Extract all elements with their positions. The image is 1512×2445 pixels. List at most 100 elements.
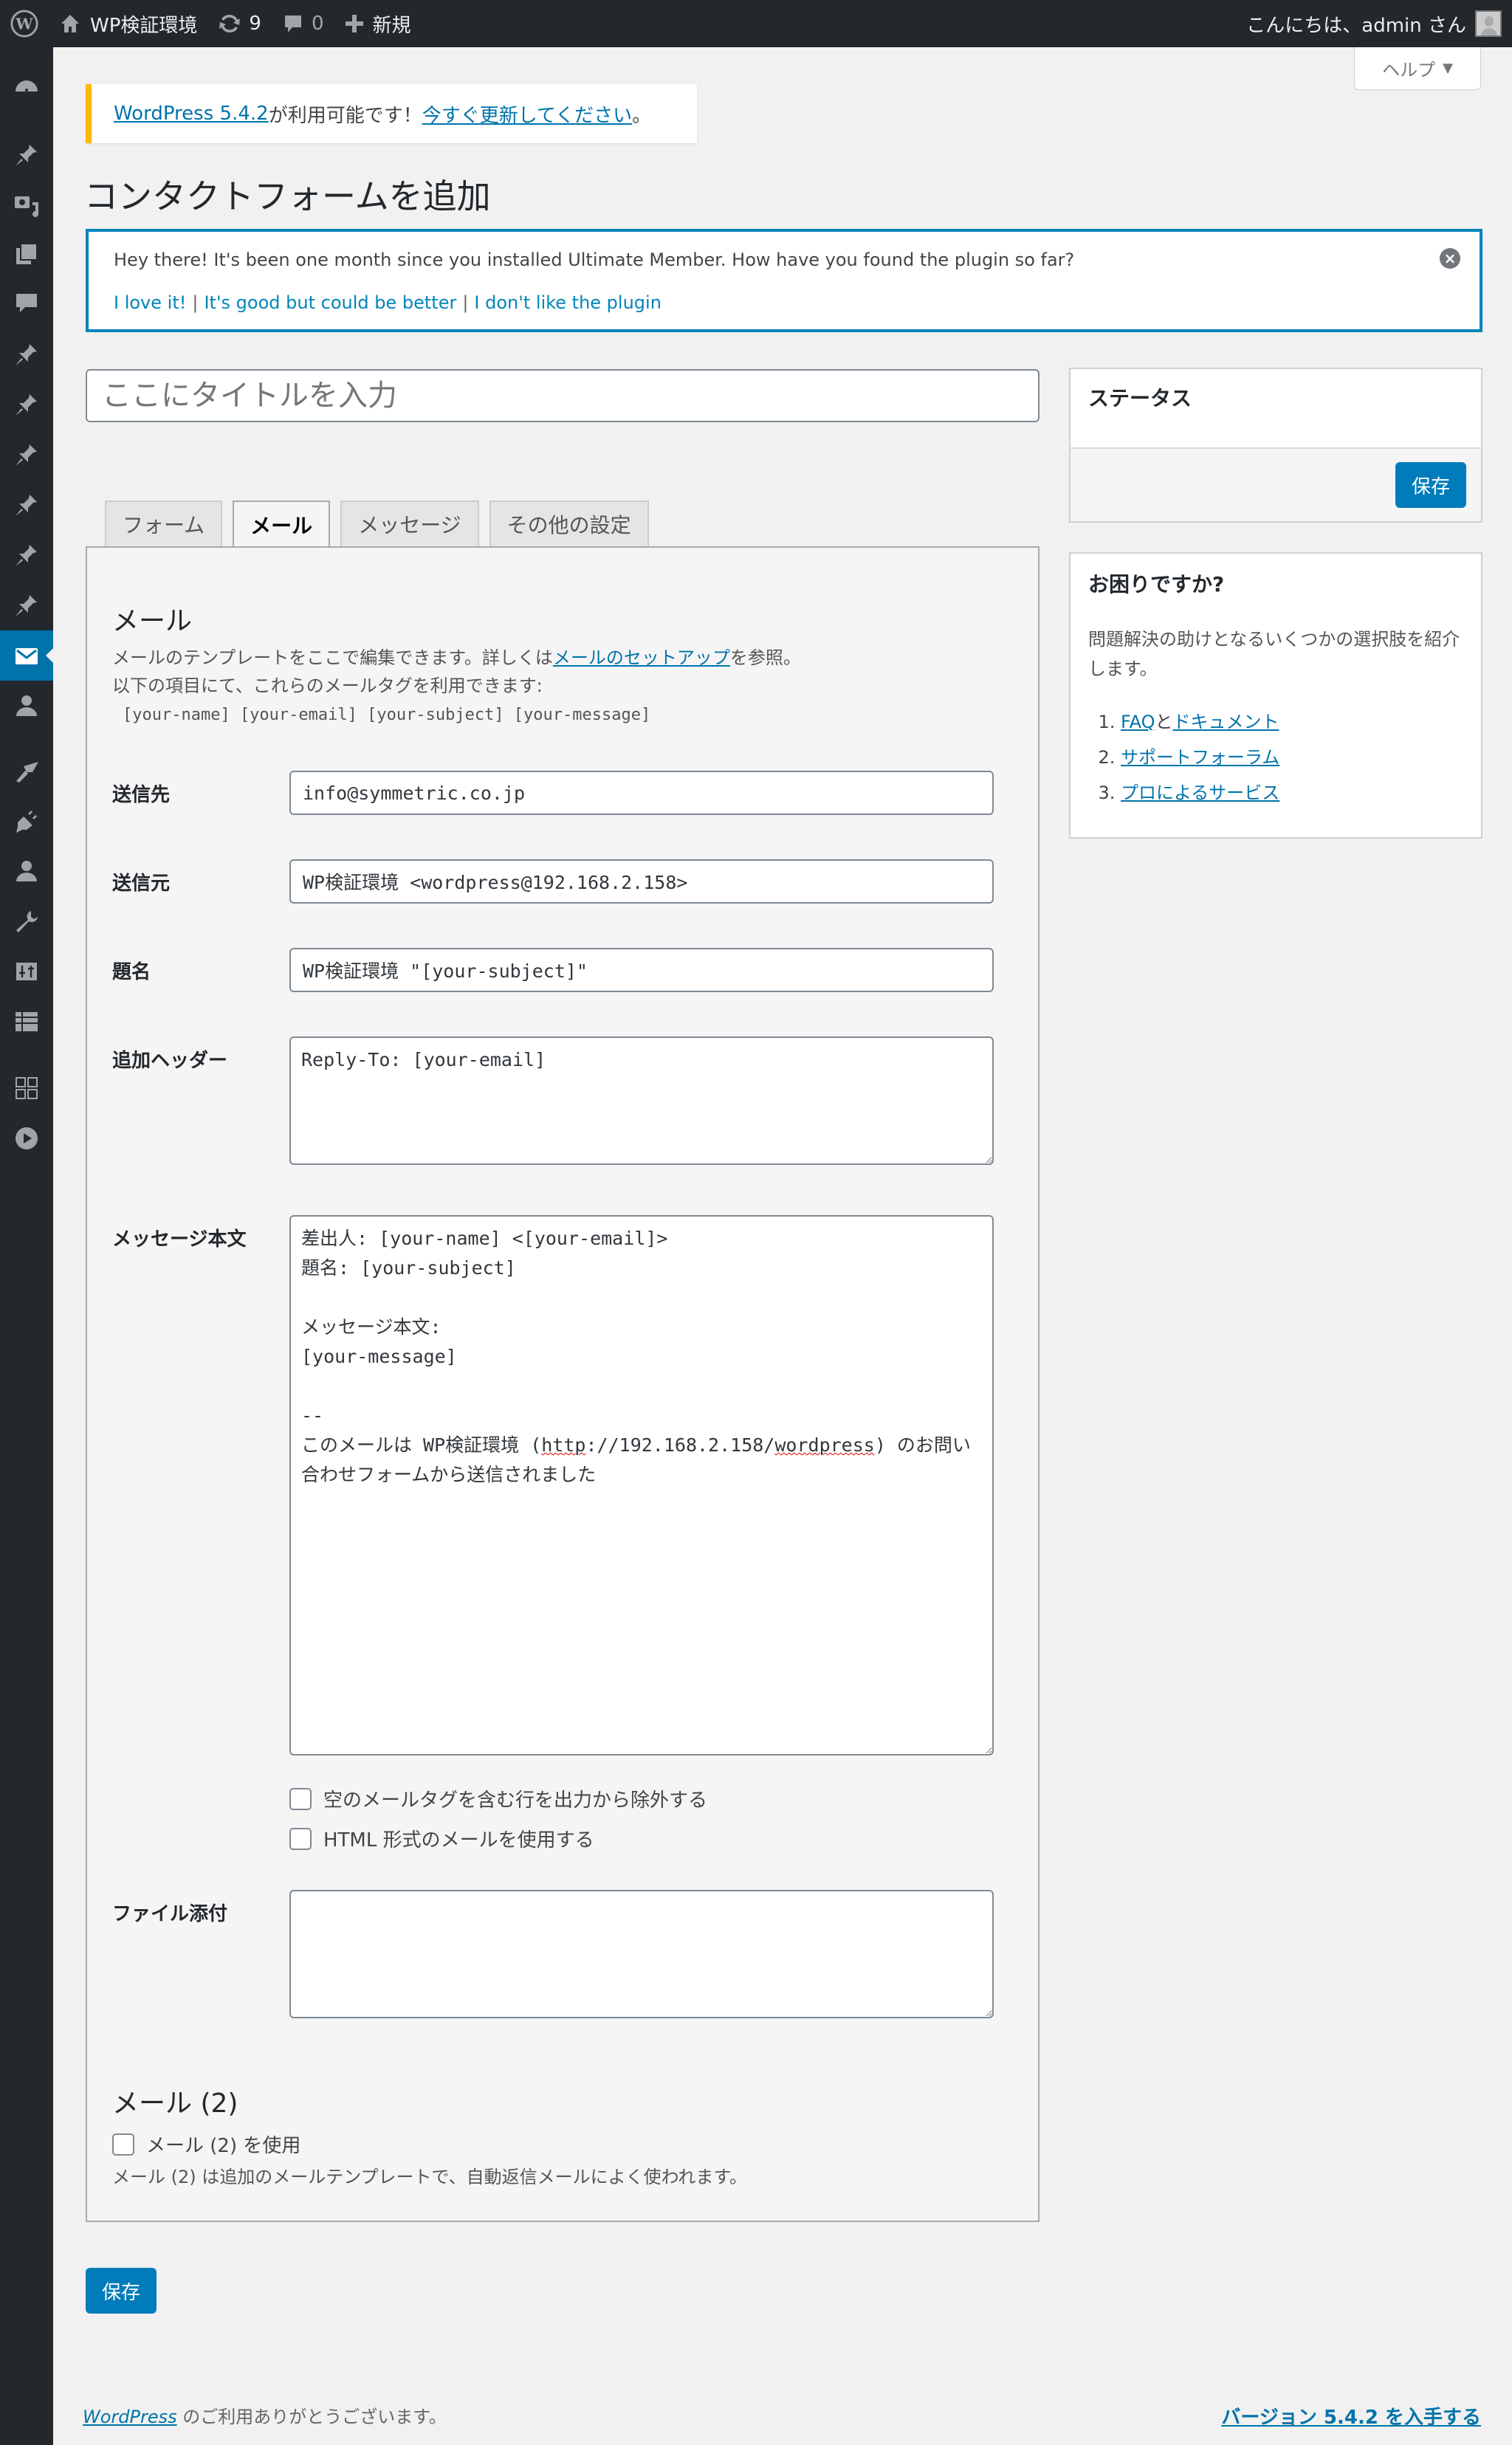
mail2-description: メール (2) は追加のメールテンプレートで、自動返信メールによく使われます。 [112, 2167, 747, 2187]
support-forum-link[interactable]: サポートフォーラム [1121, 747, 1279, 768]
sidebar-item[interactable] [0, 997, 53, 1047]
sidebar-item[interactable] [0, 229, 53, 279]
body-line: 差出人: [your-name] <[your-email]> [301, 1228, 668, 1249]
mail-panel: メール メールのテンプレートをここで編集できます。詳しくはメールのセットアップを… [86, 546, 1040, 2222]
could-be-better-link[interactable]: It's good but could be better [204, 292, 456, 313]
exclude-blank-checkbox[interactable] [289, 1787, 312, 1810]
pin-icon [16, 344, 37, 365]
user-icon [16, 695, 37, 716]
users-icon [16, 861, 37, 881]
sidebar-item[interactable] [0, 681, 53, 731]
sidebar-item[interactable] [0, 180, 53, 230]
use-mail2-checkbox-row[interactable]: メール (2) を使用 [112, 2131, 300, 2158]
sidebar-item[interactable] [0, 846, 53, 896]
save-button[interactable]: 保存 [1395, 462, 1466, 508]
sidebar-item[interactable] [0, 329, 53, 379]
sidebar-item[interactable] [0, 746, 53, 796]
comments-icon [16, 294, 37, 312]
message-body-textarea[interactable]: 差出人: [your-name] <[your-email]> 題名: [you… [289, 1215, 994, 1755]
sidebar-item[interactable] [0, 379, 53, 430]
love-it-link[interactable]: I love it! [114, 292, 186, 313]
notice-message: Hey there! It's been one month since you… [114, 250, 1075, 270]
pin-icon [16, 145, 37, 166]
update-now-link[interactable]: 今すぐ更新してください [422, 100, 632, 128]
sidebar-item[interactable] [0, 580, 53, 630]
my-account-menu[interactable]: こんにちは、admin さん [1246, 10, 1512, 38]
play-icon [16, 1127, 38, 1149]
ultimate-member-notice: Hey there! It's been one month since you… [86, 229, 1482, 332]
subject-input[interactable] [289, 948, 994, 992]
wordpress-version-link[interactable]: WordPress 5.4.2 [114, 103, 269, 125]
help-list-item: プロによるサービス [1121, 775, 1279, 811]
help-links-list: FAQとドキュメント サポートフォーラム プロによるサービス [1088, 704, 1279, 811]
exclude-blank-checkbox-row[interactable]: 空のメールタグを含む行を出力から除外する [289, 1785, 707, 1812]
site-name-menu[interactable]: WP検証環境 [49, 0, 207, 47]
tab-messages[interactable]: メッセージ [340, 501, 479, 546]
wp-logo-menu[interactable]: W [0, 0, 49, 47]
get-version-link[interactable]: バージョン 5.4.2 を入手する [1221, 2407, 1481, 2429]
sidebar-item[interactable] [0, 1063, 53, 1113]
body-line: ://192.168.2.158/ [585, 1434, 775, 1456]
use-mail2-checkbox[interactable] [112, 2133, 134, 2156]
sidebar-item[interactable] [0, 480, 53, 530]
additional-headers-textarea[interactable]: Reply-To: [your-email] [289, 1036, 994, 1165]
dont-like-link[interactable]: I don't like the plugin [474, 292, 662, 313]
desc-line2: 以下の項目にて、これらのメールタグを利用できます: [112, 675, 543, 696]
faq-link[interactable]: FAQ [1121, 712, 1155, 732]
wordpress-link[interactable]: WordPress [83, 2407, 177, 2427]
separator: | [192, 292, 199, 313]
plus-icon [346, 15, 364, 32]
updates-menu[interactable]: 9 [207, 0, 272, 47]
spellcheck-word: wordpress [774, 1434, 875, 1456]
media-icon [15, 196, 38, 217]
from-input[interactable] [289, 859, 994, 904]
body-line: -- [301, 1405, 335, 1426]
sidebar-item[interactable] [0, 796, 53, 846]
notice-links: I love it! | It's good but could be better… [114, 292, 662, 313]
svg-text:W: W [15, 15, 33, 33]
desc-text: メールのテンプレートをここで編集できます。詳しくは [112, 647, 553, 668]
to-input[interactable] [289, 771, 994, 815]
sidebar-item[interactable] [0, 130, 53, 180]
docs-link[interactable]: ドキュメント [1173, 712, 1279, 732]
body-line: このメールは WP検証環境 ( [301, 1434, 542, 1456]
help-box: お困りですか? 問題解決の助けとなるいくつかの選択肢を紹介します。 FAQとドキ… [1069, 552, 1482, 839]
grid-icon [16, 1077, 38, 1099]
sidebar-item[interactable] [0, 430, 53, 480]
sidebar-item[interactable] [0, 896, 53, 946]
tab-form[interactable]: フォーム [105, 501, 223, 546]
tab-additional-settings[interactable]: その他の設定 [489, 501, 649, 546]
sidebar-item[interactable] [0, 278, 53, 328]
title-input[interactable] [86, 369, 1040, 422]
avatar [1475, 10, 1502, 37]
mail-setup-link[interactable]: メールのセットアップ [553, 647, 730, 668]
body-line: [your-message] [301, 1346, 457, 1367]
help-box-title: お困りですか? [1088, 572, 1225, 596]
dismiss-icon[interactable]: × [1440, 248, 1460, 269]
plugin-icon [16, 811, 37, 833]
html-mail-checkbox[interactable] [289, 1827, 312, 1850]
status-box: ステータス 保存 [1069, 368, 1482, 523]
sidebar-item[interactable] [0, 946, 53, 997]
pin-icon [16, 495, 37, 516]
page-title: コンタクトフォームを追加 [84, 176, 491, 216]
sidebar-item[interactable] [0, 1113, 53, 1163]
pro-services-link[interactable]: プロによるサービス [1121, 783, 1279, 803]
comment-icon [284, 16, 301, 32]
new-content-menu[interactable]: 新規 [334, 0, 421, 47]
use-mail2-label: メール (2) を使用 [146, 2135, 301, 2157]
sidebar-item[interactable] [0, 530, 53, 580]
sidebar-item[interactable] [0, 62, 53, 112]
mail-heading: メール [112, 606, 193, 636]
sidebar-item[interactable] [0, 630, 53, 681]
attachments-textarea[interactable] [289, 1890, 994, 2018]
site-name: WP検証環境 [90, 14, 198, 37]
comments-menu[interactable]: 0 [272, 0, 334, 47]
separator: | [462, 292, 469, 313]
save-button-bottom[interactable]: 保存 [86, 2268, 157, 2314]
tab-mail[interactable]: メール [233, 501, 331, 548]
help-tab-button[interactable]: ヘルプ ▼ [1354, 47, 1481, 90]
html-mail-checkbox-row[interactable]: HTML 形式のメールを使用する [289, 1825, 594, 1852]
admin-bar: W WP検証環境 9 0 新規 こんにちは、admin さん [0, 0, 1512, 47]
triangle-down-icon: ▼ [1443, 61, 1453, 76]
